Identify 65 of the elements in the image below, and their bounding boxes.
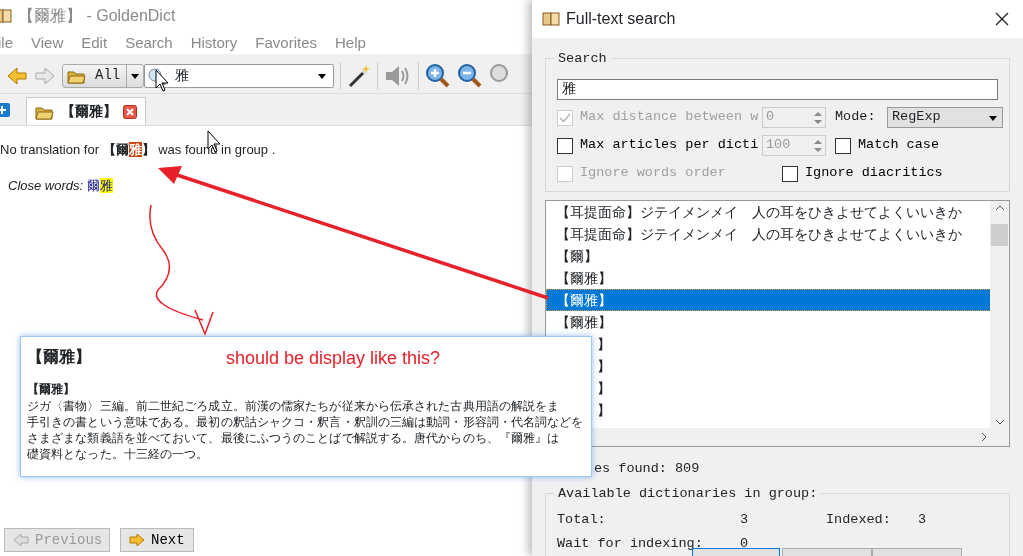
- caret-icon: [130, 71, 140, 80]
- menu-item[interactable]: Help: [335, 31, 366, 55]
- zoom-in-icon[interactable]: [425, 62, 451, 89]
- search-input[interactable]: 雅: [557, 79, 998, 100]
- scroll-thumb[interactable]: [991, 224, 1008, 246]
- articles-found-text: es found: 809: [594, 460, 701, 477]
- scroll-right-icon: [981, 432, 987, 442]
- result-item[interactable]: 【爾】: [546, 245, 991, 267]
- vertical-scrollbar[interactable]: [990, 201, 1009, 429]
- checkbox[interactable]: [782, 165, 798, 182]
- arrow-icon: [129, 533, 145, 547]
- menu-item[interactable]: Search: [125, 31, 173, 55]
- spin-arrows-icon: [813, 109, 823, 126]
- result-item[interactable]: 【爾雅】: [546, 289, 991, 311]
- stat-value: 0: [740, 535, 750, 554]
- arrow-icon: [13, 533, 29, 547]
- back-arrow-icon[interactable]: [6, 65, 28, 86]
- stat-value: 3: [918, 511, 928, 529]
- stat-label: Wait for indexing:: [557, 535, 704, 554]
- mode-label: Mode:: [835, 108, 877, 127]
- stat-label: Total:: [557, 511, 607, 529]
- option-label: Max distance between w: [580, 108, 759, 127]
- next-button[interactable]: Next: [120, 528, 194, 552]
- mode-dropdown[interactable]: RegExp: [887, 107, 1003, 128]
- close-icon[interactable]: [995, 12, 1009, 26]
- book-icon: [542, 11, 560, 27]
- scroll-down-icon: [994, 419, 1005, 425]
- result-item[interactable]: 【爾雅】: [546, 311, 991, 333]
- spin-arrows-icon: [813, 137, 823, 154]
- option-label: Match case: [858, 136, 939, 155]
- tab[interactable]: 【爾雅】: [26, 97, 146, 125]
- caret-icon: [988, 113, 998, 122]
- result-item[interactable]: 【耳提面命】ジテイメンメイ 人の耳をひきよせてよくいいきか: [546, 201, 991, 223]
- option-label: Ignore words order: [580, 164, 726, 183]
- option-label: Max articles per dicti: [580, 136, 759, 155]
- menu-item[interactable]: Edit: [81, 31, 108, 55]
- menu-item[interactable]: Favorites: [255, 31, 317, 55]
- annotation-text: should be display like this?: [226, 347, 441, 370]
- dialog-button[interactable]: [872, 548, 962, 556]
- result-item[interactable]: 【爾雅】: [546, 267, 991, 289]
- dialog-button[interactable]: [782, 548, 872, 556]
- dialog-title: Full-text search: [566, 9, 676, 29]
- scroll-up-icon: [994, 205, 1005, 211]
- close-icon[interactable]: [123, 104, 137, 119]
- result-item[interactable]: 【耳提面命】ジテイメンメイ 人の耳をひきよせてよくいいきか: [546, 223, 991, 245]
- caret-icon: [317, 72, 327, 81]
- stat-label: Indexed:: [826, 511, 892, 529]
- popup-heading: 【爾雅】: [27, 346, 91, 367]
- check-icon: [559, 112, 571, 123]
- forward-arrow-icon[interactable]: [34, 65, 56, 86]
- window-title: 【爾雅】 - GoldenDict: [18, 6, 176, 26]
- headword: 【爾雅】: [27, 381, 76, 398]
- option-label: Ignore diacritics: [805, 164, 943, 183]
- close-words-label: Close words:: [8, 176, 84, 195]
- definition-text: ジガ〈書物〉三編。前二世紀ごろ成立。前漢の儒家たちが従来から伝承された古典用語の解説をま 手引きの書という意味である。最初の釈詁シャクコ・釈言・釈訓の三編は動詞・形容詞・代名詞などを さまざまな類義語を並べておいて、最後にふつうのことばで解説する。唐代からのち、『爾雅』は 礎資料となった。十三経の一つ。: [27, 398, 585, 462]
- group-dropdown[interactable]: All: [62, 63, 144, 88]
- menu-item[interactable]: View: [31, 31, 64, 55]
- add-tab-icon[interactable]: [0, 101, 12, 118]
- search-field[interactable]: 雅: [144, 63, 334, 88]
- zoom-out-icon[interactable]: [457, 62, 483, 89]
- dialog-button[interactable]: [692, 548, 780, 556]
- checkbox[interactable]: [835, 137, 851, 154]
- checkbox[interactable]: [557, 137, 573, 154]
- magic-wand-icon[interactable]: [347, 63, 371, 88]
- stat-value: 3: [740, 511, 750, 529]
